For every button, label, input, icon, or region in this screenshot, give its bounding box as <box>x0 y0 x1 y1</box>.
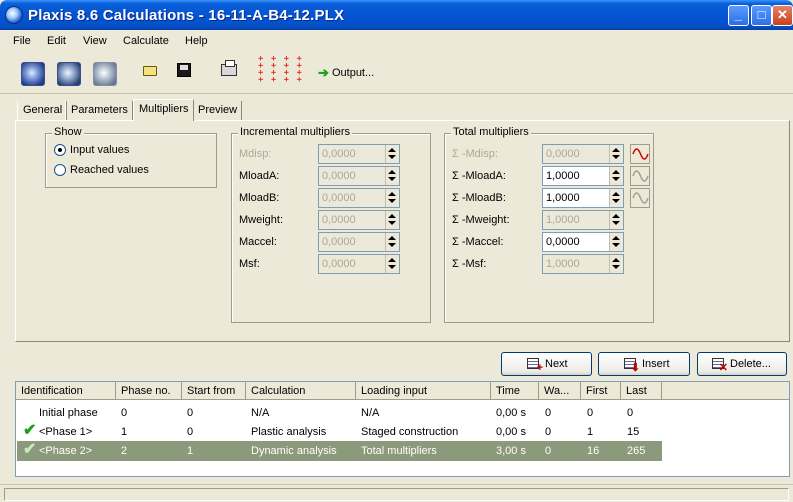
col-time[interactable]: Time <box>491 382 539 400</box>
sum-mloadb-label: Σ -MloadB: <box>452 192 506 204</box>
table-row-phase-1[interactable]: ✔ <Phase 1> 1 0 Plastic analysis Staged … <box>17 422 662 442</box>
sine-wave-icon <box>632 170 649 182</box>
sum-mdisp-label: Σ -Mdisp: <box>452 148 498 160</box>
next-phase-icon: + <box>527 358 543 374</box>
multipliers-panel: Show Input values Reached values Increme… <box>15 120 790 342</box>
mloadb-history-button[interactable] <box>630 188 650 208</box>
menu-view[interactable]: View <box>83 35 107 47</box>
col-loading-input[interactable]: Loading input <box>356 382 491 400</box>
table-row-initial-phase[interactable]: Initial phase 0 0 N/A N/A 0,00 s 0 0 0 <box>17 403 662 423</box>
col-identification[interactable]: Identification <box>16 382 116 400</box>
globe-chart-icon <box>57 62 81 86</box>
toolbar: + + + + + + + + + + + + + + + + ➔ Output… <box>0 52 793 94</box>
close-button[interactable]: ✕ <box>772 5 793 26</box>
total-multipliers-title: Total multipliers <box>451 126 531 138</box>
table-row-phase-2[interactable]: ✔ <Phase 2> 2 1 Dynamic analysis Total m… <box>17 441 662 461</box>
mloadb-label: MloadB: <box>239 192 280 204</box>
menu-help[interactable]: Help <box>185 35 208 47</box>
output-label: Output... <box>331 67 375 79</box>
sum-maccel-label: Σ -Maccel: <box>452 236 504 248</box>
tab-preview[interactable]: Preview <box>192 101 243 120</box>
incremental-multipliers-title: Incremental multipliers <box>238 126 353 138</box>
output-program-button[interactable] <box>57 62 81 86</box>
col-last[interactable]: Last <box>621 382 662 400</box>
sum-mloadb-stepper[interactable]: 1,0000 <box>542 188 624 208</box>
status-bar <box>0 484 793 502</box>
mweight-stepper[interactable]: 0,0000 <box>318 210 400 230</box>
delete-phase-icon: ✕ <box>712 358 728 374</box>
col-calculation[interactable]: Calculation <box>246 382 356 400</box>
reached-values-radio[interactable] <box>54 164 66 176</box>
sine-wave-icon <box>632 192 649 204</box>
globe-icon <box>21 62 45 86</box>
mdisp-history-button[interactable] <box>630 144 650 164</box>
green-arrow-icon: ➔ <box>318 65 329 80</box>
menu-file[interactable]: File <box>13 35 31 47</box>
output-button[interactable]: ➔ Output... <box>318 65 374 81</box>
msf-stepper[interactable]: 0,0000 <box>318 254 400 274</box>
input-program-button[interactable] <box>21 62 45 86</box>
sum-msf-stepper[interactable]: 1,0000 <box>542 254 624 274</box>
tab-parameters[interactable]: Parameters <box>65 101 133 120</box>
show-group: Show Input values Reached values <box>45 126 217 188</box>
save-floppy-icon[interactable] <box>177 63 191 77</box>
delete-button[interactable]: ✕ Delete... <box>697 352 787 376</box>
window-title: Plaxis 8.6 Calculations - 16-11-A-B4-12.… <box>28 7 345 24</box>
sum-mweight-label: Σ -Mweight: <box>452 214 510 226</box>
mdisp-label: Mdisp: <box>239 148 272 160</box>
mweight-label: Mweight: <box>239 214 284 226</box>
printer-icon[interactable] <box>221 60 237 76</box>
col-water[interactable]: Wa... <box>539 382 581 400</box>
menu-edit[interactable]: Edit <box>47 35 66 47</box>
phase-table[interactable]: Identification Phase no. Start from Calc… <box>15 381 790 477</box>
maximize-button[interactable]: □ <box>751 5 772 26</box>
sum-mdisp-stepper[interactable]: 0,0000 <box>542 144 624 164</box>
sum-msf-label: Σ -Msf: <box>452 258 487 270</box>
insert-phase-icon: ⬇ <box>624 358 640 374</box>
sum-mweight-stepper[interactable]: 1,0000 <box>542 210 624 230</box>
mloada-stepper[interactable]: 0,0000 <box>318 166 400 186</box>
maccel-label: Maccel: <box>239 236 277 248</box>
menu-calculate[interactable]: Calculate <box>123 35 169 47</box>
select-points-icon[interactable]: + + + + + + + + + + + + + + + + <box>258 55 302 88</box>
next-button[interactable]: + Next <box>501 352 592 376</box>
mloada-label: MloadA: <box>239 170 280 182</box>
menu-bar: File Edit View Calculate Help <box>0 30 793 52</box>
check-icon: ✔ <box>23 422 37 439</box>
tab-general[interactable]: General <box>17 101 68 120</box>
curves-program-button[interactable] <box>93 62 117 86</box>
sum-mloada-label: Σ -MloadA: <box>452 170 506 182</box>
col-start-from[interactable]: Start from <box>182 382 246 400</box>
minimize-button[interactable]: _ <box>728 5 749 26</box>
title-bar[interactable]: Plaxis 8.6 Calculations - 16-11-A-B4-12.… <box>0 0 793 30</box>
sum-maccel-stepper[interactable]: 0,0000 <box>542 232 624 252</box>
col-first[interactable]: First <box>581 382 621 400</box>
col-filler <box>662 382 789 400</box>
maccel-stepper[interactable]: 0,0000 <box>318 232 400 252</box>
tab-multipliers[interactable]: Multipliers <box>133 99 194 121</box>
check-icon: ✔ <box>23 441 37 458</box>
status-panel <box>4 488 789 501</box>
incremental-multipliers-group: Incremental multipliers Mdisp: 0,0000 Ml… <box>231 126 431 323</box>
sum-mloada-stepper[interactable]: 1,0000 <box>542 166 624 186</box>
plaxis-app-icon[interactable] <box>5 6 23 24</box>
insert-button[interactable]: ⬇ Insert <box>598 352 690 376</box>
sine-wave-icon <box>632 148 649 160</box>
mloada-history-button[interactable] <box>630 166 650 186</box>
mloadb-stepper[interactable]: 0,0000 <box>318 188 400 208</box>
show-group-title: Show <box>52 126 84 138</box>
msf-label: Msf: <box>239 258 260 270</box>
total-multipliers-group: Total multipliers Σ -Mdisp: 0,0000 Σ -Ml… <box>444 126 654 323</box>
reached-values-label[interactable]: Reached values <box>70 164 149 176</box>
input-values-radio[interactable] <box>54 144 66 156</box>
open-folder-icon[interactable] <box>143 66 157 76</box>
input-values-label[interactable]: Input values <box>70 144 129 156</box>
col-phase-no[interactable]: Phase no. <box>116 382 182 400</box>
globe-curve-icon <box>93 62 117 86</box>
mdisp-stepper[interactable]: 0,0000 <box>318 144 400 164</box>
